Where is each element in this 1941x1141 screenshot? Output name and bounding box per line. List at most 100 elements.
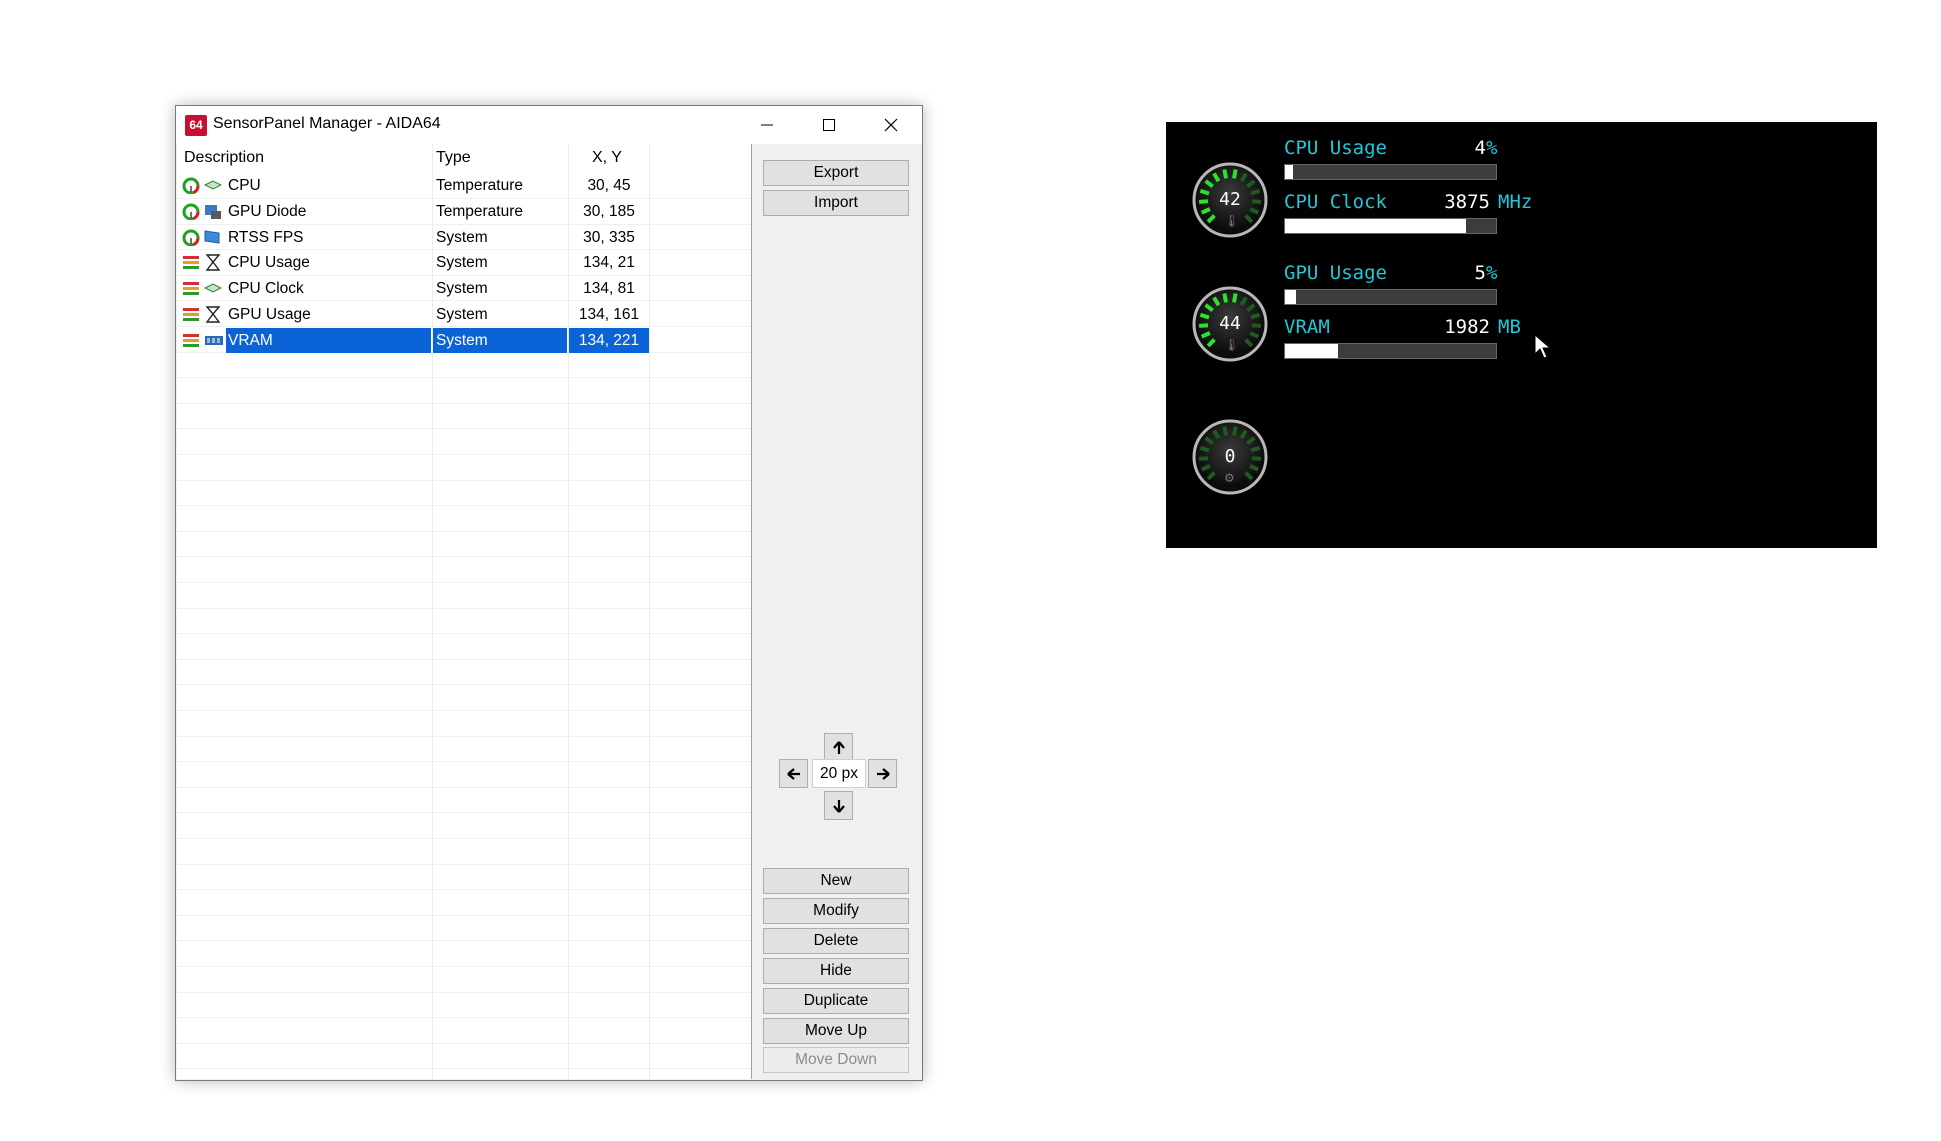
- chip-icon: [203, 280, 223, 297]
- maximize-button[interactable]: [798, 106, 860, 144]
- table-row[interactable]: GPU Usage System 134, 161: [177, 302, 751, 327]
- row-description: GPU Diode: [228, 202, 307, 220]
- chip-icon: [203, 177, 223, 194]
- row-grid-line: [177, 991, 751, 993]
- arrow-up-icon: [832, 740, 845, 754]
- row-type: System: [436, 254, 488, 272]
- table-row[interactable]: CPU Temperature 30, 45: [177, 173, 751, 198]
- step-size-value[interactable]: 20 px: [812, 759, 866, 788]
- export-button[interactable]: Export: [763, 160, 909, 186]
- bar-icon: [182, 254, 200, 271]
- row-type: System: [436, 331, 488, 349]
- sensor-unit: %: [1486, 137, 1498, 159]
- circular-gauge: 42 🌡: [1192, 162, 1268, 243]
- sensor-value: 3875: [1444, 191, 1490, 213]
- table-row[interactable]: RTSS FPS System 30, 335: [177, 225, 751, 250]
- sensor-panel-preview[interactable]: 42 🌡 44 🌡 0 ⚙ CPU Usage 4% CPU Clock 3875 MHz GPU …: [1166, 122, 1877, 548]
- sensor-label: CPU Clock: [1284, 191, 1387, 213]
- hide-button[interactable]: Hide: [763, 958, 909, 984]
- sensor-unit: %: [1486, 262, 1498, 284]
- sensor-label: CPU Usage: [1284, 137, 1387, 159]
- sensor-label: VRAM: [1284, 316, 1330, 338]
- gpu-icon: [204, 203, 222, 220]
- column-description[interactable]: Description: [184, 149, 264, 167]
- sensor-value: 1982: [1444, 316, 1490, 338]
- row-grid-line: [177, 1017, 751, 1019]
- window-title: SensorPanel Manager - AIDA64: [213, 115, 441, 132]
- close-icon: [884, 118, 898, 132]
- sensorpanel-manager-window: 64 SensorPanel Manager - AIDA64 Descript…: [175, 105, 923, 1081]
- row-xy: 30, 45: [587, 177, 631, 194]
- row-type: Temperature: [436, 202, 524, 220]
- row-description: CPU Usage: [228, 254, 310, 272]
- new-button[interactable]: New: [763, 868, 909, 894]
- hourglass-icon: [204, 306, 222, 323]
- modify-button[interactable]: Modify: [763, 898, 909, 924]
- duplicate-button[interactable]: Duplicate: [763, 988, 909, 1014]
- move-left-arrow-button[interactable]: [779, 759, 808, 788]
- sensor-bar: [1284, 289, 1497, 305]
- gauge-icon: [182, 229, 200, 247]
- arrow-down-icon: [832, 799, 845, 813]
- column-xy[interactable]: X, Y: [592, 149, 622, 167]
- minimize-button[interactable]: [736, 106, 798, 144]
- gauge-icon: [182, 177, 200, 195]
- sensor-bar-fill: [1285, 165, 1294, 179]
- row-grid-line: [177, 633, 751, 635]
- table-row[interactable]: VRAM System 134, 221: [177, 327, 751, 353]
- row-grid-line: [177, 940, 751, 942]
- gauge-value: 44: [1219, 313, 1241, 334]
- move-up-arrow-button[interactable]: [824, 733, 853, 762]
- row-description: CPU: [228, 177, 261, 194]
- row-type: System: [436, 280, 488, 298]
- gauge-value: 0: [1224, 446, 1236, 467]
- row-grid-line: [177, 428, 751, 430]
- row-description: VRAM: [228, 331, 273, 349]
- row-grid-line: [177, 607, 751, 609]
- sensor-label: GPU Usage: [1284, 262, 1387, 284]
- bar-icon: [182, 306, 200, 323]
- row-xy: 30, 185: [583, 202, 635, 220]
- move-down-arrow-button[interactable]: [824, 791, 853, 820]
- row-grid-line: [177, 530, 751, 532]
- gauge-value: 42: [1219, 189, 1241, 210]
- delete-button[interactable]: Delete: [763, 928, 909, 954]
- table-row[interactable]: CPU Clock System 134, 81: [177, 276, 751, 301]
- row-grid-line: [177, 863, 751, 865]
- row-grid-line: [177, 658, 751, 660]
- aida64-app-icon: 64: [185, 115, 207, 136]
- row-grid-line: [177, 505, 751, 507]
- memory-icon: [204, 332, 223, 349]
- row-grid-line: [177, 684, 751, 686]
- sensor-item-list[interactable]: Description Type X, Y CPU Temperature 30, …: [177, 144, 752, 1079]
- row-grid-line: [177, 479, 751, 481]
- bar-icon: [182, 332, 200, 349]
- row-grid-line: [177, 812, 751, 814]
- row-grid-line: [177, 889, 751, 891]
- close-button[interactable]: [860, 106, 922, 144]
- table-row[interactable]: CPU Usage System 134, 21: [177, 250, 751, 275]
- list-column-header: Description Type X, Y: [177, 144, 751, 173]
- row-type: System: [436, 228, 488, 246]
- row-grid-line: [177, 556, 751, 558]
- row-grid-line: [177, 454, 751, 455]
- row-grid-line: [177, 710, 751, 711]
- minimize-icon: [761, 124, 773, 126]
- table-row[interactable]: GPU Diode Temperature 30, 185: [177, 199, 751, 224]
- move-right-arrow-button[interactable]: [868, 759, 897, 788]
- circular-gauge: 44 🌡: [1192, 286, 1268, 367]
- row-grid-line: [177, 914, 751, 916]
- hourglass-icon: [204, 254, 222, 272]
- sensor-value: 4: [1474, 137, 1486, 159]
- maximize-icon: [823, 119, 835, 131]
- sensor-unit: MHz: [1498, 191, 1533, 213]
- row-grid-line: [177, 761, 751, 763]
- arrow-right-icon: [876, 767, 890, 780]
- title-bar[interactable]: 64 SensorPanel Manager - AIDA64: [176, 106, 922, 144]
- import-button[interactable]: Import: [763, 190, 909, 216]
- move-up-button[interactable]: Move Up: [763, 1018, 909, 1044]
- row-grid-line: [177, 735, 751, 737]
- row-grid-line: [177, 966, 751, 967]
- thermometer-icon: 🌡: [1224, 214, 1240, 228]
- column-type[interactable]: Type: [436, 149, 471, 167]
